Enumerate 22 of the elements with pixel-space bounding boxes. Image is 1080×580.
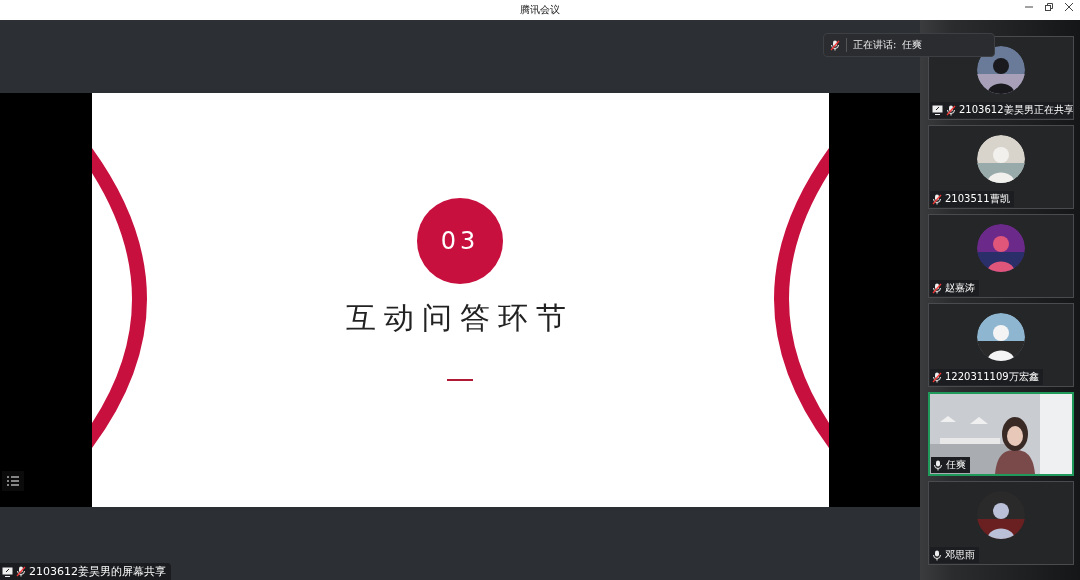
slide-title: 互动问答环节 — [346, 299, 574, 337]
share-text: 2103612姜昊男的屏幕共享 — [29, 564, 166, 579]
participant-name: 2103612姜昊男正在共享 — [959, 103, 1073, 117]
list-icon — [7, 476, 19, 486]
section-number: 03 — [417, 198, 503, 284]
participant-tile[interactable]: 赵嘉涛 — [928, 214, 1074, 298]
participant-name: 2103511曹凯 — [945, 192, 1010, 206]
participant-tile[interactable]: 邓思雨 — [928, 481, 1074, 565]
participant-name: 1220311109万宏鑫 — [945, 370, 1039, 384]
window-title: 腾讯会议 — [520, 3, 560, 17]
muted-mic-icon — [830, 39, 840, 51]
list-button[interactable] — [2, 471, 24, 491]
participant-tile[interactable]: 2103511曹凯 — [928, 125, 1074, 209]
speaker-name: 任爽 — [902, 38, 923, 52]
participant-tile[interactable]: 任爽 — [928, 392, 1074, 476]
participant-name: 赵嘉涛 — [945, 281, 975, 295]
participant-name: 任爽 — [946, 458, 966, 472]
participant-tile[interactable]: 1220311109万宏鑫 — [928, 303, 1074, 387]
speaking-label: 正在讲话: — [853, 38, 897, 52]
participant-name: 邓思雨 — [945, 548, 975, 562]
restore-icon[interactable] — [1044, 2, 1054, 12]
close-icon[interactable] — [1064, 2, 1074, 12]
